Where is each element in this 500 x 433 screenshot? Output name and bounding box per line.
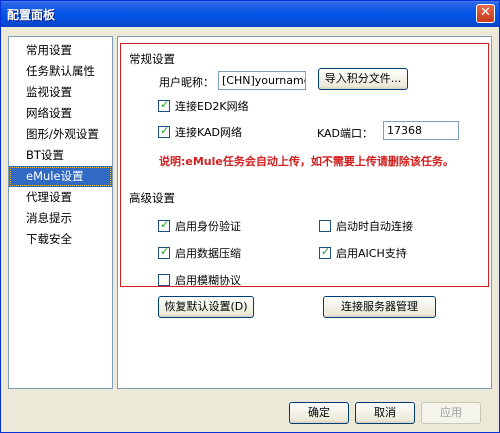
auth-checkbox[interactable]: ✓ xyxy=(158,218,170,232)
aich-checkbox[interactable]: ✓ xyxy=(319,245,331,259)
nav-item-proxy[interactable]: 代理设置 xyxy=(9,187,112,208)
fuzzy-checkbox-row[interactable]: 启用模糊协议 xyxy=(158,272,241,287)
kad-port-input[interactable]: 17368 xyxy=(383,121,459,140)
kad-checkbox[interactable]: ✓ xyxy=(158,124,170,138)
upload-note: 说明:eMule任务会自动上传，如不需要上传请删除该任务。 xyxy=(159,155,454,168)
ed2k-checkbox[interactable]: ✓ xyxy=(158,98,170,112)
nav-item-common[interactable]: 常用设置 xyxy=(9,40,112,61)
nickname-label: 用户昵称： xyxy=(159,76,214,89)
compress-checkbox[interactable]: ✓ xyxy=(158,245,170,259)
compress-checkbox-row[interactable]: ✓ 启用数据压缩 xyxy=(158,245,241,260)
apply-button[interactable]: 应用 xyxy=(421,402,481,424)
nav-item-network[interactable]: 网络设置 xyxy=(9,103,112,124)
compress-label: 启用数据压缩 xyxy=(175,247,241,260)
nav-item-bt[interactable]: BT设置 xyxy=(9,145,112,166)
kad-port-label: KAD端口： xyxy=(317,127,374,140)
nav-item-task-defaults[interactable]: 任务默认属性 xyxy=(9,61,112,82)
kad-label: 连接KAD网络 xyxy=(175,126,243,139)
window-title: 配置面板 xyxy=(7,8,56,22)
ed2k-label: 连接ED2K网络 xyxy=(175,100,249,113)
general-section-title: 常规设置 xyxy=(129,52,175,66)
import-credits-button[interactable]: 导入积分文件... xyxy=(318,68,408,90)
ed2k-checkbox-row[interactable]: ✓ 连接ED2K网络 xyxy=(158,98,249,113)
close-icon: ✕ xyxy=(480,5,491,20)
advanced-section-title: 高级设置 xyxy=(129,191,175,205)
check-icon: ✓ xyxy=(160,124,170,137)
settings-window: 配置面板 ✕ 常用设置 任务默认属性 监视设置 网络设置 图形/外观设置 BT设… xyxy=(0,0,500,433)
title-bar[interactable]: 配置面板 ✕ xyxy=(1,1,499,27)
restore-defaults-button[interactable]: 恢复默认设置(D) xyxy=(158,296,254,318)
aich-checkbox-row[interactable]: ✓ 启用AICH支持 xyxy=(319,245,407,260)
check-icon: ✓ xyxy=(160,245,170,258)
nav-item-download-security[interactable]: 下载安全 xyxy=(9,229,112,250)
fuzzy-checkbox[interactable] xyxy=(158,274,170,286)
nav-item-emule[interactable]: eMule设置 xyxy=(9,166,112,187)
aich-label: 启用AICH支持 xyxy=(336,247,407,260)
nickname-input[interactable]: [CHN]yourname xyxy=(218,71,306,90)
auth-checkbox-row[interactable]: ✓ 启用身份验证 xyxy=(158,218,241,233)
autoconnect-label: 启动时自动连接 xyxy=(336,220,413,233)
check-icon: ✓ xyxy=(321,245,331,258)
kad-checkbox-row[interactable]: ✓ 连接KAD网络 xyxy=(158,124,243,139)
settings-nav: 常用设置 任务默认属性 监视设置 网络设置 图形/外观设置 BT设置 eMule… xyxy=(8,36,113,389)
fuzzy-label: 启用模糊协议 xyxy=(175,274,241,287)
check-icon: ✓ xyxy=(160,98,170,111)
server-manager-button[interactable]: 连接服务器管理 xyxy=(323,296,436,318)
check-icon: ✓ xyxy=(160,218,170,231)
nav-item-notifications[interactable]: 消息提示 xyxy=(9,208,112,229)
ok-button[interactable]: 确定 xyxy=(289,402,349,424)
auth-label: 启用身份验证 xyxy=(175,220,241,233)
autoconnect-checkbox-row[interactable]: 启动时自动连接 xyxy=(319,218,413,233)
cancel-button[interactable]: 取消 xyxy=(355,402,415,424)
nav-item-appearance[interactable]: 图形/外观设置 xyxy=(9,124,112,145)
nav-item-monitor[interactable]: 监视设置 xyxy=(9,82,112,103)
close-button[interactable]: ✕ xyxy=(476,4,495,23)
autoconnect-checkbox[interactable] xyxy=(319,220,331,232)
